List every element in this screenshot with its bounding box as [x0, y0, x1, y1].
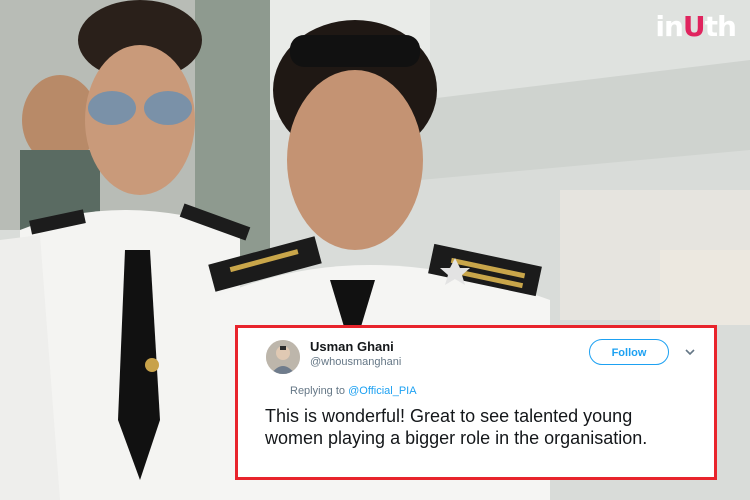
tweet-card: Usman Ghani @whousmanghani Follow Replyi… — [235, 325, 717, 480]
logo-text-tail: th — [704, 10, 737, 43]
display-name[interactable]: Usman Ghani — [310, 339, 394, 354]
replying-prefix: Replying to — [290, 385, 346, 397]
logo-text-main: in — [655, 10, 684, 43]
user-avatar[interactable] — [266, 340, 300, 374]
replying-mention-link[interactable]: @Official_PIA — [348, 385, 416, 397]
tweet-text: This is wonderful! Great to see talented… — [265, 406, 648, 448]
brand-logo: inUth — [655, 10, 737, 43]
follow-button[interactable]: Follow — [589, 339, 669, 365]
user-handle[interactable]: @whousmanghani — [310, 356, 401, 368]
replying-to: Replying to @Official_PIA — [290, 385, 417, 397]
chevron-down-icon[interactable] — [684, 345, 696, 357]
logo-text-accent: U — [682, 10, 706, 43]
